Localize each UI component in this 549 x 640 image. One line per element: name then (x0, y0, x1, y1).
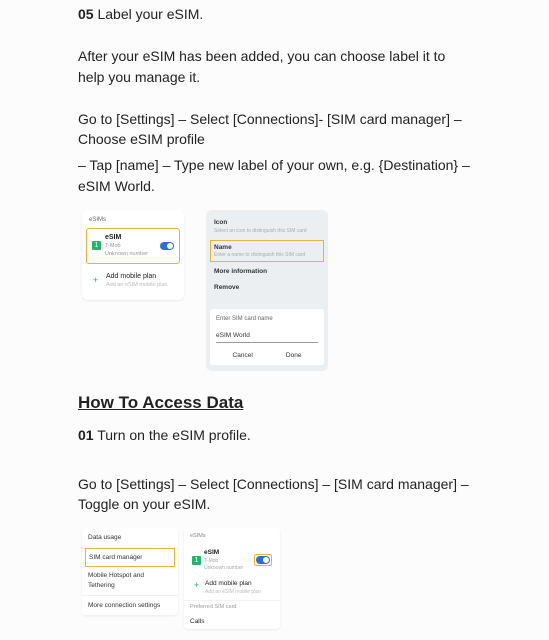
esim-text: eSIM T-Mob Unknown number (105, 233, 156, 259)
paragraph-goto-sim-manager: Go to [Settings] – Select [Connections]-… (78, 109, 471, 150)
step-05: 05 Label your eSIM. (78, 4, 471, 24)
name-block-highlight[interactable]: Name Enter a name to distinguish this SI… (210, 240, 324, 263)
sim-badge-icon-2: 1 (192, 556, 201, 565)
add-plan-row-2[interactable]: + Add mobile plan Add an eSIM mobile pla… (188, 577, 276, 598)
step-01-num: 01 (78, 427, 94, 443)
name-input-dialog: Enter SIM card name eSIM World Cancel Do… (210, 309, 324, 365)
data-usage-row[interactable]: Data usage (82, 528, 178, 548)
plus-icon-2: + (192, 579, 201, 592)
cancel-button[interactable]: Cancel (233, 351, 253, 360)
paragraph-after-added: After your eSIM has been added, you can … (78, 46, 471, 87)
more-connection-row[interactable]: More connection settings (82, 596, 178, 615)
figure-label-esim: eSIMs 1 eSIM T-Mob Unknown number + Add … (82, 210, 471, 371)
section-access-data: How To Access Data (78, 391, 471, 416)
hotspot-row[interactable]: Mobile Hotspot and Tethering (82, 566, 178, 596)
sim-card-manager-row[interactable]: SIM card manager (85, 548, 175, 567)
step-05-text: Label your eSIM. (97, 6, 203, 22)
step-05-num: 05 (78, 6, 94, 22)
esim-toggle-2[interactable] (256, 556, 270, 564)
plus-icon: + (91, 274, 100, 287)
name-title: Name (214, 243, 320, 252)
esim-carrier: T-Mob (105, 243, 156, 251)
sim-detail-panel: Icon Select an icon to distinguish this … (206, 210, 328, 371)
more-info-label: More information (214, 267, 320, 276)
esim-row[interactable]: 1 eSIM T-Mob Unknown number (86, 228, 180, 264)
calls-row[interactable]: Calls (184, 614, 280, 629)
sim-list-panel: eSIMs 1 eSIM T-Mob Unknown number + Add … (82, 210, 184, 300)
name-sub: Enter a name to distinguish this SIM car… (214, 252, 320, 259)
esim-number: Unknown number (105, 251, 156, 259)
done-button[interactable]: Done (286, 351, 302, 360)
sim-manager-panel: eSIMs 1 eSIM T-Mob Unknown number + Add … (184, 528, 280, 629)
icon-block[interactable]: Icon Select an icon to distinguish this … (212, 215, 322, 238)
sim-manager-header: eSIMs (184, 531, 280, 543)
add-plan-sub: Add an eSIM mobile plan (106, 282, 167, 290)
add-plan-label: Add mobile plan (106, 272, 167, 282)
esim-number-2: Unknown number (204, 565, 251, 572)
icon-sub: Select an icon to distinguish this SIM c… (214, 228, 320, 235)
esim-carrier-2: T-Mob (204, 558, 251, 565)
add-plan-label-2: Add mobile plan (205, 579, 261, 588)
more-info-row[interactable]: More information (212, 264, 322, 279)
connections-panel: Data usage SIM card manager Mobile Hotsp… (82, 528, 178, 615)
sim-badge-icon: 1 (92, 241, 101, 250)
preferred-sim-header: Preferred SIM card (184, 600, 280, 614)
icon-title: Icon (214, 218, 320, 227)
remove-label: Remove (214, 283, 320, 292)
add-mobile-plan-row[interactable]: + Add mobile plan Add an eSIM mobile pla… (86, 268, 180, 294)
figure-access-data: Data usage SIM card manager Mobile Hotsp… (82, 528, 471, 629)
add-plan-sub-2: Add an eSIM mobile plan (205, 589, 261, 596)
step-01: 01 Turn on the eSIM profile. (78, 425, 471, 445)
sim-name-input[interactable]: eSIM World (216, 329, 318, 343)
document-body: 05 Label your eSIM. After your eSIM has … (0, 4, 549, 629)
remove-row[interactable]: Remove (212, 280, 322, 295)
step-01-text: Turn on the eSIM profile. (97, 427, 251, 443)
paragraph-tap-name: – Tap [name] – Type new label of your ow… (78, 155, 471, 196)
esim-row-2[interactable]: 1 eSIM T-Mob Unknown number (188, 545, 276, 575)
esim-toggle[interactable] (160, 242, 174, 250)
paragraph-toggle-esim: Go to [Settings] – Select [Connections] … (78, 474, 471, 515)
esim-label-2: eSIM (204, 548, 251, 557)
esim-label: eSIM (105, 233, 156, 243)
enter-name-label: Enter SIM card name (216, 315, 318, 324)
sim-list-header: eSIMs (82, 214, 184, 228)
esim-toggle-highlight[interactable] (254, 554, 272, 566)
